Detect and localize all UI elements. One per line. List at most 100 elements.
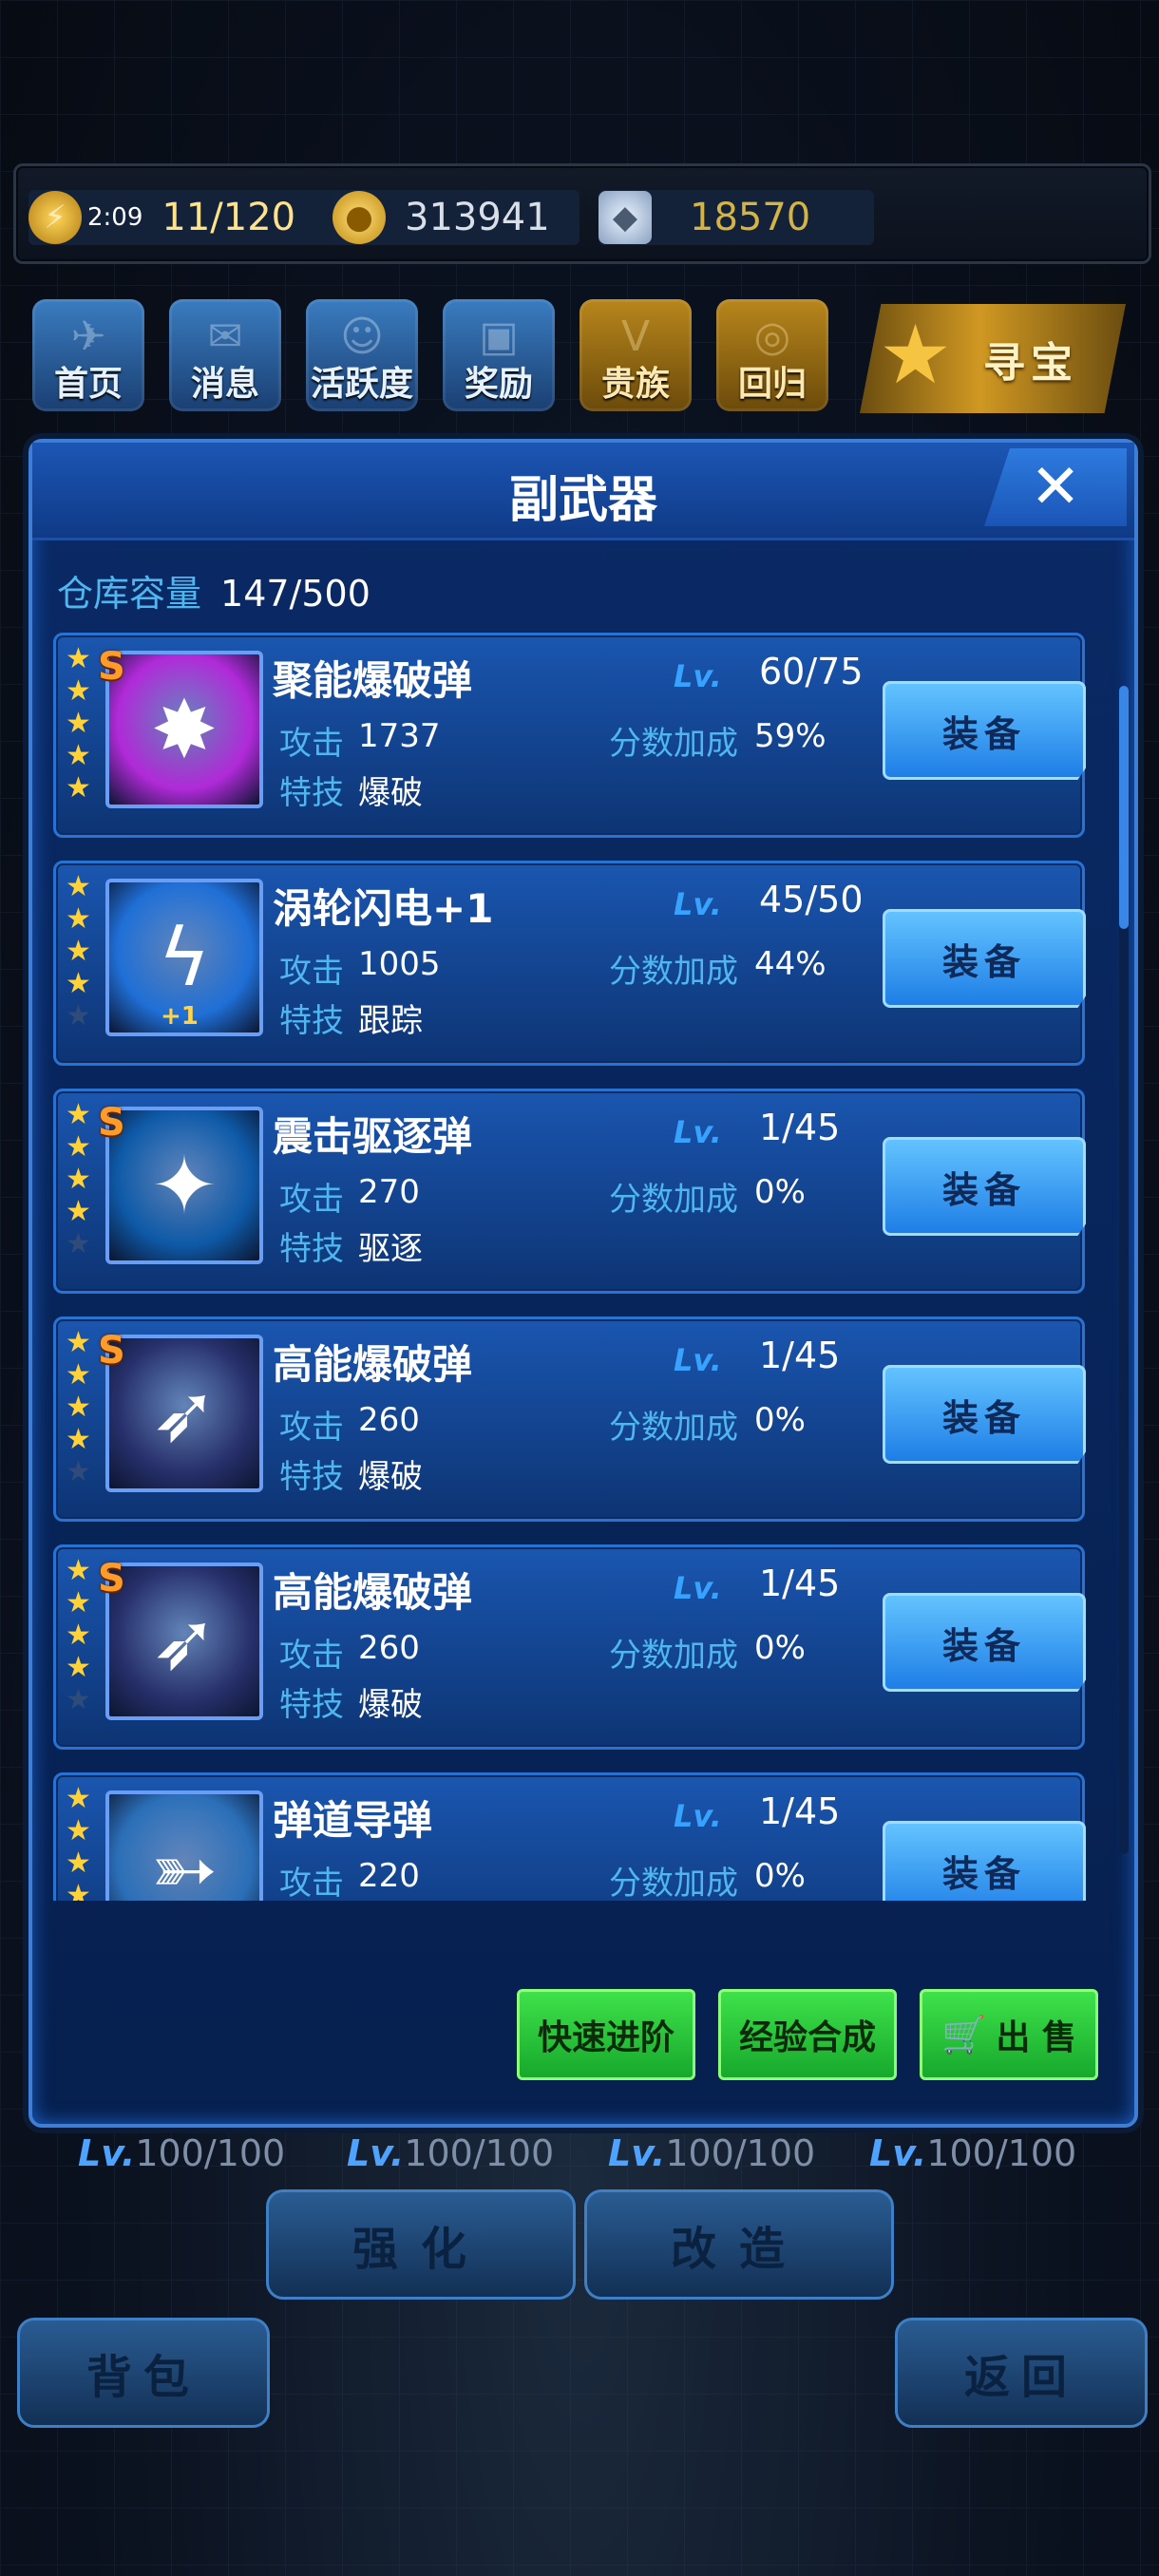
star-rating: ★★★★★ — [66, 1327, 94, 1488]
star-icon: ★ — [66, 999, 91, 1032]
bonus-value: 0% — [754, 1173, 806, 1211]
equip-button[interactable]: 装备 — [883, 1821, 1086, 1901]
star-icon: ★ — [66, 1098, 91, 1131]
weapon-icon[interactable]: ✸ — [105, 651, 263, 808]
rank-badge: S — [98, 645, 125, 689]
backpack-button[interactable]: 背包 — [17, 2318, 270, 2428]
equip-button[interactable]: 装备 — [883, 1137, 1086, 1236]
bonus-value: 44% — [754, 945, 826, 983]
star-icon: ★ — [66, 674, 91, 708]
vip-icon: V — [620, 313, 651, 361]
weapon-icon[interactable]: ✦ — [105, 1107, 263, 1264]
nav-noble-label: 贵族 — [600, 365, 670, 404]
skill-label: 特技 — [279, 1230, 344, 1268]
bonus-value: 0% — [754, 1857, 806, 1895]
level-label: Lv. — [674, 1570, 722, 1606]
weapon-card[interactable]: ★ ★ ★ ★ ★ ✸ S 聚能爆破弹 Lv. 60/75 攻击 1737 分数加成 59% 特技 爆破 装备 — [53, 633, 1086, 838]
skill-value: 爆破 — [358, 774, 423, 812]
star-icon: ★ — [66, 1554, 91, 1587]
scrollbar-thumb[interactable] — [1119, 686, 1129, 929]
attack-label: 攻击 — [279, 953, 344, 991]
nav-activity[interactable]: ☺ 活跃度 — [306, 299, 418, 411]
weapon-card[interactable]: ★ ★ ★ ★ ★ ➶ S 高能爆破弹 Lv. 1/45 攻击 260 分数加成 0% 特技 爆破 装备 — [53, 1544, 1086, 1750]
weapon-icon[interactable]: ➶ — [105, 1335, 263, 1492]
level-label: Lv. — [674, 1798, 722, 1834]
energy-timer: 2:09 — [87, 203, 143, 232]
equip-button[interactable]: 装备 — [883, 681, 1086, 780]
level-value: 60/75 — [759, 651, 864, 692]
weapon-card[interactable]: ★ ★ ★ ★ ★ ➶ S 高能爆破弹 Lv. 1/45 攻击 260 分数加成 0% 特技 爆破 装备 — [53, 1316, 1086, 1522]
weapon-art-icon: ✦ — [150, 1139, 218, 1232]
skill-label: 特技 — [279, 1686, 344, 1724]
nav-home-label: 首页 — [53, 365, 123, 404]
star-rating: ★★★★★ — [66, 1783, 94, 1902]
weapon-icon[interactable]: ➶ — [105, 1563, 263, 1720]
back-button[interactable]: 返回 — [895, 2318, 1148, 2428]
level-label: Lv. — [674, 1114, 722, 1150]
star-icon: ★ — [66, 1683, 91, 1716]
exp-merge-button[interactable]: 经验合成 — [718, 1989, 897, 2080]
quick-advance-button[interactable]: 快速进阶 — [517, 1989, 695, 2080]
coin-value: 313941 — [405, 196, 550, 239]
upgrade-badge: +1 — [161, 1002, 199, 1031]
nav-rewards[interactable]: ▣ 奖励 — [443, 299, 555, 411]
level-value: 1/45 — [759, 1563, 841, 1604]
warehouse-capacity: 仓库容量 147/500 — [57, 564, 370, 616]
bonus-label: 分数加成 — [609, 1181, 738, 1219]
bonus-label: 分数加成 — [609, 1865, 738, 1901]
weapon-list[interactable]: ★ ★ ★ ★ ★ ✸ S 聚能爆破弹 Lv. 60/75 攻击 1737 分数加成 59% 特技 爆破 装备 ★… — [53, 633, 1098, 1901]
nav-rewards-label: 奖励 — [464, 365, 533, 404]
star-icon: ★ — [66, 1358, 91, 1392]
strengthen-button[interactable]: 强化 — [266, 2189, 576, 2300]
bonus-label: 分数加成 — [609, 725, 738, 763]
star-icon: ★ — [66, 1619, 91, 1652]
weapon-icon[interactable]: ➳ — [105, 1790, 263, 1901]
level-value: 1/45 — [759, 1790, 841, 1832]
attack-label: 攻击 — [279, 1637, 344, 1675]
attack-value: 270 — [358, 1173, 420, 1211]
weapon-card[interactable]: ★ ★ ★ ★ ★ ✦ S 震击驱逐弹 Lv. 1/45 攻击 270 分数加成 0% 特技 驱逐 装备 — [53, 1089, 1086, 1294]
star-icon: ★ — [66, 1651, 91, 1684]
coin-counter[interactable]: ● 313941 — [332, 190, 580, 245]
return-icon: ◎ — [753, 313, 791, 361]
equip-button[interactable]: 装备 — [883, 909, 1086, 1008]
nav-home[interactable]: ✈ 首页 — [32, 299, 144, 411]
skill-value: 跟踪 — [358, 1002, 423, 1040]
weapon-name: 涡轮闪电+1 — [273, 885, 494, 932]
capacity-label: 仓库容量 — [57, 573, 202, 615]
weapon-card[interactable]: ★★★★★➳弹道导弹Lv.1/45攻击220分数加成0%特技跟踪装备 — [53, 1772, 1086, 1902]
star-rating: ★★★★★ — [66, 1099, 94, 1260]
sell-button[interactable]: 🛒 出 售 — [920, 1989, 1098, 2080]
home-icon: ✈ — [70, 313, 106, 361]
gift-icon: ▣ — [479, 313, 519, 361]
weapon-art-icon: ✸ — [150, 683, 218, 776]
equip-button[interactable]: 装备 — [883, 1593, 1086, 1692]
sell-label: 出 售 — [996, 2018, 1076, 2057]
treasure-button[interactable]: ★ 寻宝 — [860, 304, 1126, 413]
nav-return[interactable]: ◎ 回归 — [716, 299, 828, 411]
star-rating: ★★★★★ — [66, 871, 94, 1032]
skill-label: 特技 — [279, 1002, 344, 1040]
level-value: 1/45 — [759, 1107, 841, 1148]
level-label: Lv. — [674, 658, 722, 694]
level-value: 45/50 — [759, 879, 864, 920]
weapon-name: 弹道导弹 — [273, 1797, 433, 1844]
rank-badge: S — [98, 1101, 125, 1145]
star-icon: ★ — [66, 1586, 91, 1619]
modify-button[interactable]: 改造 — [584, 2189, 894, 2300]
star-icon: ★ — [66, 870, 91, 903]
skill-value: 爆破 — [358, 1458, 423, 1496]
gem-counter[interactable]: ◆ 18570 — [598, 190, 874, 245]
star-icon: ★ — [66, 1163, 91, 1196]
equip-button[interactable]: 装备 — [883, 1365, 1086, 1464]
weapon-card[interactable]: ★ ★ ★ ★ ★ ϟ +1 涡轮闪电+1 Lv. 45/50 攻击 1005 分数加成 44% 特技 跟踪装… — [53, 861, 1086, 1066]
weapon-name: 聚能爆破弹 — [273, 657, 473, 704]
nav-messages[interactable]: ✉ 消息 — [169, 299, 281, 411]
weapon-art-icon: ➶ — [150, 1595, 218, 1688]
nav-noble[interactable]: V 贵族 — [580, 299, 692, 411]
gem-icon: ◆ — [598, 191, 652, 244]
energy-counter[interactable]: ⚡ 2:09 11/120 — [28, 190, 361, 245]
skill-value: 驱逐 — [358, 1230, 423, 1268]
attack-value: 260 — [358, 1629, 420, 1667]
bonus-value: 0% — [754, 1401, 806, 1439]
